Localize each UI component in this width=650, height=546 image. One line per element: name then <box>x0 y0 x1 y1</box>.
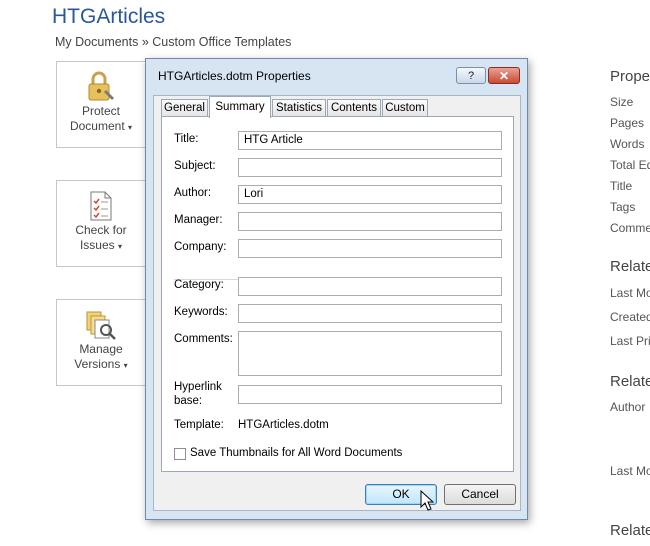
manager-label: Manager: <box>174 214 223 226</box>
protect-document-button[interactable]: Protect Document ▾ <box>56 61 146 148</box>
category-label: Category: <box>174 279 224 291</box>
checklist-icon <box>84 189 118 223</box>
template-value: HTGArticles.dotm <box>238 419 329 431</box>
property-words: Words <box>610 137 645 151</box>
related-documents-heading: Relate <box>610 522 650 539</box>
property-total-editing: Total Ed <box>610 158 650 172</box>
property-tags: Tags <box>610 200 636 214</box>
check-for-issues-label-2: Issues <box>79 238 115 252</box>
comments-field[interactable] <box>238 331 502 376</box>
check-for-issues-button[interactable]: Check for Issues ▾ <box>56 180 146 267</box>
dropdown-caret-icon: ▾ <box>128 123 133 132</box>
dropdown-caret-icon: ▾ <box>118 242 123 251</box>
summary-panel: Title: HTG Article Subject: Author: Lori… <box>161 116 514 472</box>
related-people-heading: Relate <box>610 373 650 390</box>
author-field[interactable]: Lori <box>238 185 502 204</box>
property-pages: Pages <box>610 116 645 130</box>
check-for-issues-label-1: Check for <box>75 223 127 237</box>
hyperlink-base-label-1: Hyperlink <box>174 381 222 393</box>
people-author: Author <box>610 400 646 414</box>
save-thumbnails-label[interactable]: Save Thumbnails for All Word Documents <box>190 447 402 459</box>
related-dates-heading: Relate <box>610 258 650 275</box>
cancel-button[interactable]: Cancel <box>444 484 516 505</box>
manage-versions-label-1: Manage <box>79 342 123 356</box>
versions-icon <box>84 308 118 342</box>
tab-custom[interactable]: Custom <box>382 99 428 117</box>
help-button[interactable]: ? <box>456 67 486 84</box>
protect-document-label-2: Document <box>69 119 125 133</box>
manage-versions-label-2: Versions <box>74 357 121 371</box>
mouse-pointer-icon <box>420 489 435 515</box>
template-label: Template: <box>174 419 224 431</box>
document-title: HTGArticles <box>52 5 166 28</box>
manage-versions-button[interactable]: Manage Versions ▾ <box>56 299 146 386</box>
company-field[interactable] <box>238 239 502 258</box>
author-label: Author: <box>174 187 212 199</box>
lock-icon <box>84 70 118 104</box>
properties-heading: Prope <box>610 68 650 85</box>
hyperlink-base-label-2: base: <box>174 395 203 407</box>
dialog-title: HTGArticles.dotm Properties <box>158 69 311 83</box>
date-last-printed: Last Pri <box>610 334 650 348</box>
close-button[interactable]: ✕ <box>488 67 520 84</box>
tab-statistics[interactable]: Statistics <box>272 99 326 117</box>
properties-dialog: HTGArticles.dotm Properties ? ✕ General … <box>145 58 528 520</box>
date-last-modified: Last Mo <box>610 286 650 300</box>
date-created: Created <box>610 310 650 324</box>
breadcrumb: My Documents » Custom Office Templates <box>55 35 292 49</box>
property-title: Title <box>610 179 633 193</box>
tab-contents[interactable]: Contents <box>327 99 381 117</box>
tab-general[interactable]: General <box>161 99 208 117</box>
protect-document-label-1: Protect <box>81 104 120 118</box>
manager-field[interactable] <box>238 212 502 231</box>
comments-label: Comments: <box>174 333 233 345</box>
keywords-label: Keywords: <box>174 306 228 318</box>
save-thumbnails-checkbox[interactable] <box>174 448 186 460</box>
subject-field[interactable] <box>238 158 502 177</box>
property-size: Size <box>610 95 634 109</box>
dialog-client-area: General Summary Statistics Contents Cust… <box>153 95 521 511</box>
hyperlink-base-field[interactable] <box>238 385 502 404</box>
title-label: Title: <box>174 133 199 145</box>
dropdown-caret-icon: ▾ <box>123 361 128 370</box>
property-comments: Comme <box>610 221 650 235</box>
people-last-modified: Last Mo <box>610 464 650 478</box>
title-field[interactable]: HTG Article <box>238 131 502 150</box>
tab-summary[interactable]: Summary <box>209 96 271 118</box>
company-label: Company: <box>174 241 227 253</box>
keywords-field[interactable] <box>238 304 502 323</box>
subject-label: Subject: <box>174 160 216 172</box>
close-icon: ✕ <box>498 69 510 83</box>
category-field[interactable] <box>238 277 502 296</box>
